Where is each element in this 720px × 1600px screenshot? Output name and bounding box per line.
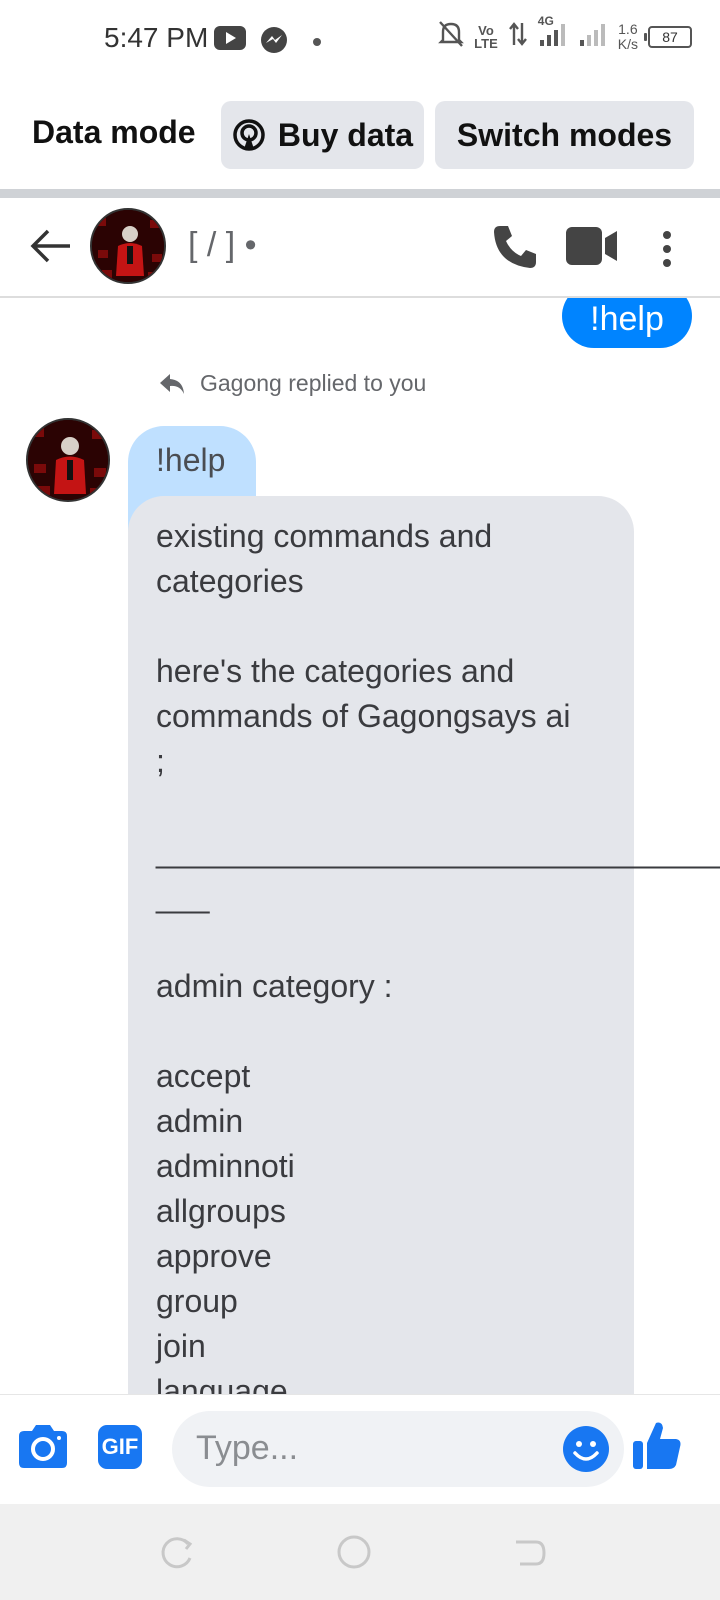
thumbs-up-icon[interactable] <box>632 1419 682 1476</box>
volte-indicator: Vo LTE <box>474 24 498 50</box>
reply-indicator-text: Gagong replied to you <box>200 370 427 396</box>
buy-data-label: Buy data <box>277 116 414 153</box>
volte-top-text: Vo <box>478 22 494 38</box>
emoji-icon[interactable] <box>562 1425 610 1478</box>
message-input-container[interactable] <box>172 1411 624 1487</box>
section-divider <box>0 189 720 198</box>
buy-data-button[interactable]: Buy data <box>221 101 424 169</box>
speed-unit: K/s <box>617 35 638 52</box>
recent-apps-icon[interactable] <box>160 1536 194 1575</box>
video-call-icon[interactable] <box>565 226 619 271</box>
network-speed: 1.6 K/s <box>617 20 638 52</box>
screen: { "status_bar": { "time": "5:47 PM", "ne… <box>0 0 720 1600</box>
incoming-message-bubble[interactable]: existing commands and categories here's … <box>128 496 720 1394</box>
reply-indicator: Gagong replied to you <box>158 370 426 397</box>
status-time: 5:47 PM <box>104 22 209 53</box>
data-arrows-icon <box>508 21 528 52</box>
phone-call-icon[interactable] <box>490 222 540 277</box>
message-list[interactable]: !help Gagong replied to you !help existi… <box>0 298 720 1394</box>
message-input[interactable] <box>196 1429 536 1468</box>
gif-label: GIF <box>101 1434 139 1459</box>
reply-arrow-icon <box>158 372 186 396</box>
signal-icon-sim2 <box>578 20 608 53</box>
volte-bottom-text: LTE <box>474 35 498 51</box>
home-icon[interactable] <box>336 1534 372 1575</box>
switch-modes-button[interactable]: Switch modes <box>435 101 694 169</box>
contact-name[interactable]: [ / ] • <box>188 226 257 265</box>
contact-avatar[interactable] <box>90 208 166 284</box>
status-right-group: Vo LTE 4G 1.6 K/s 87 <box>438 14 692 53</box>
mute-bell-icon <box>438 20 465 53</box>
signal-icon-sim1: 4G <box>538 14 568 53</box>
status-bar: 5:47 PM Vo LTE 4G 1.6 K/s 87 <box>0 0 720 80</box>
battery-icon: 87 <box>644 25 692 48</box>
outgoing-message-bubble[interactable]: !help <box>562 298 692 348</box>
broadcast-icon <box>232 118 266 152</box>
speed-value: 1.6 <box>618 20 638 37</box>
data-mode-title: Data mode <box>32 114 196 150</box>
notification-dot-icon <box>312 34 322 52</box>
chat-header: [ / ] • <box>0 198 720 298</box>
youtube-icon <box>214 26 246 55</box>
back-nav-icon[interactable] <box>512 1536 546 1575</box>
system-navigation-bar <box>0 1504 720 1600</box>
back-arrow-icon[interactable] <box>30 228 72 269</box>
sender-avatar[interactable] <box>26 418 110 502</box>
more-options-icon[interactable] <box>662 230 672 273</box>
network-type-text: 4G <box>537 14 554 28</box>
messenger-icon <box>260 26 288 59</box>
message-composer: GIF <box>0 1394 720 1504</box>
gif-button[interactable]: GIF <box>98 1425 142 1469</box>
camera-icon[interactable] <box>18 1423 68 1474</box>
